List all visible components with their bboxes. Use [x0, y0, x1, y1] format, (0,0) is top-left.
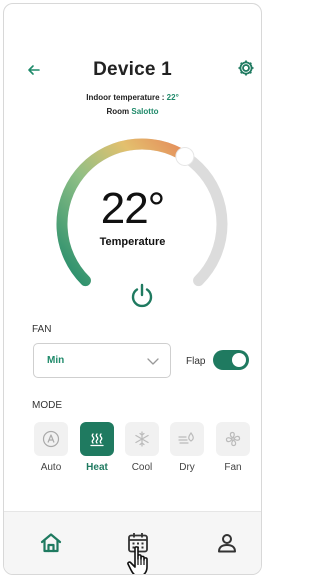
room-info: Room Salotto	[4, 107, 261, 116]
room-value: Salotto	[131, 107, 159, 116]
mode-section-label: MODE	[32, 400, 62, 411]
home-icon	[40, 533, 62, 553]
toggle-knob	[232, 353, 246, 367]
mode-dry-button[interactable]: Dry	[170, 422, 204, 473]
mode-fan-label: Fan	[224, 462, 242, 473]
temperature-value: 22°	[100, 184, 166, 233]
settings-button[interactable]	[236, 58, 256, 78]
user-icon	[218, 534, 236, 553]
snowflake-icon	[135, 431, 149, 447]
fan-speed-value: Min	[47, 355, 65, 366]
mode-auto-label: Auto	[40, 462, 62, 473]
auto-icon	[42, 430, 60, 448]
mode-auto-button[interactable]: Auto	[34, 422, 68, 473]
gear-icon	[238, 60, 254, 76]
arrow-left-icon	[28, 65, 40, 75]
nav-home-button[interactable]	[38, 530, 64, 556]
fan-speed-select[interactable]: Min	[33, 343, 171, 378]
mode-dry-label: Dry	[179, 462, 195, 473]
mode-cool-button[interactable]: Cool	[125, 422, 159, 473]
dial-knob[interactable]	[175, 146, 195, 166]
app-screen: Device 1 Indoor temperature : 22° Room S…	[3, 3, 262, 575]
back-button[interactable]	[24, 60, 44, 80]
mode-tile	[125, 422, 159, 456]
mode-cool-label: Cool	[131, 462, 153, 473]
mode-tile	[170, 422, 204, 456]
hand-cursor-icon	[127, 546, 148, 574]
chevron-down-icon	[147, 358, 159, 365]
page-title: Device 1	[93, 59, 172, 80]
temperature-label: Temperature	[99, 236, 166, 248]
power-icon	[131, 283, 153, 308]
indoor-temperature-info: Indoor temperature : 22°	[4, 93, 261, 102]
power-button[interactable]	[128, 282, 156, 310]
mode-heat-label: Heat	[86, 462, 108, 473]
mode-tile	[34, 422, 68, 456]
fan-icon	[225, 431, 241, 447]
mode-tile	[80, 422, 114, 456]
nav-profile-button[interactable]	[214, 530, 240, 556]
fan-section-label: FAN	[32, 324, 52, 335]
mode-tile	[216, 422, 250, 456]
flap-toggle[interactable]	[213, 350, 249, 370]
indoor-temperature-label: Indoor temperature :	[86, 93, 167, 102]
mode-fan-button[interactable]: Fan	[216, 422, 250, 473]
indoor-temperature-value: 22°	[166, 93, 179, 102]
flap-label: Flap	[186, 356, 206, 367]
mode-heat-button[interactable]: Heat	[80, 422, 114, 473]
heat-icon	[90, 433, 104, 447]
dry-icon	[178, 431, 194, 444]
room-label: Room	[106, 107, 132, 116]
